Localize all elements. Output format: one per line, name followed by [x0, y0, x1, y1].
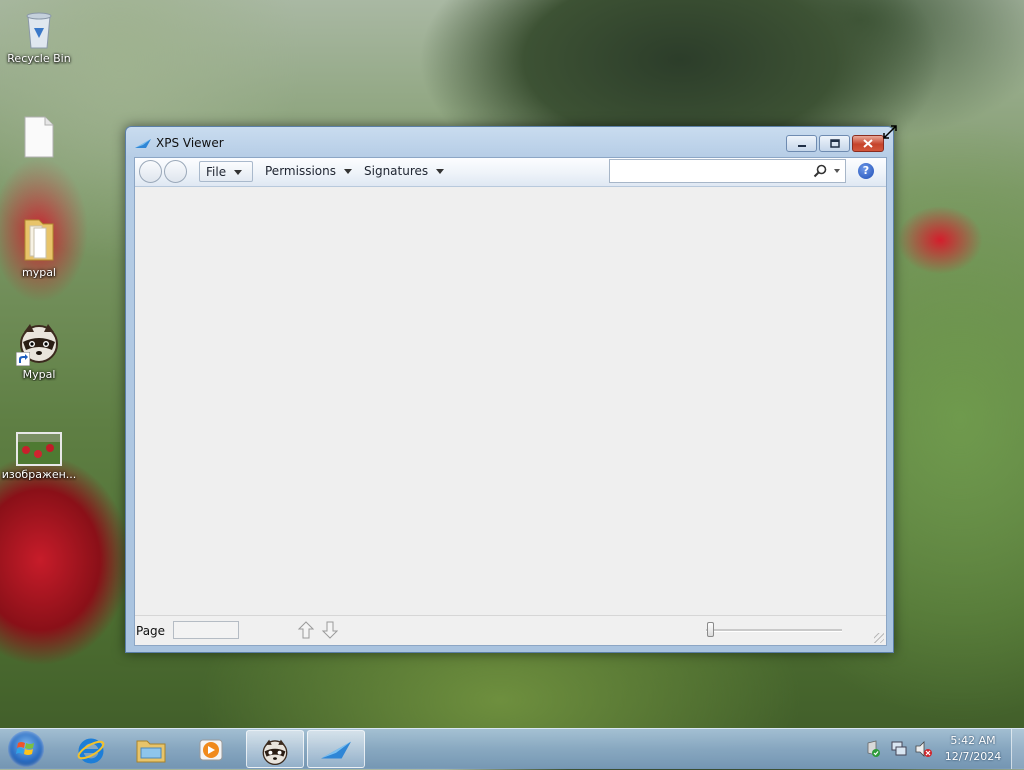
search-input[interactable]: [609, 159, 846, 183]
desktop-icon-file[interactable]: [1, 116, 77, 160]
desktop-icon-image[interactable]: изображен...: [1, 432, 77, 481]
desktop-icon-label: mypal: [21, 266, 56, 279]
show-desktop-button[interactable]: [1011, 729, 1024, 769]
previous-page-icon[interactable]: [297, 621, 315, 642]
taskbar-clock[interactable]: 5:42 AM 12/7/2024: [940, 733, 1006, 765]
close-icon: [853, 136, 883, 151]
signatures-menu-label: Signatures: [364, 164, 429, 178]
taskbar-xps-viewer[interactable]: [307, 730, 365, 768]
clock-time: 5:42 AM: [950, 734, 996, 747]
desktop-icon-label: изображен...: [1, 468, 77, 481]
window-title: XPS Viewer: [156, 136, 224, 150]
raccoon-icon: [16, 320, 62, 366]
system-tray: [866, 739, 936, 762]
maximize-icon: [820, 136, 849, 151]
signatures-menu-button[interactable]: Signatures: [358, 161, 450, 182]
next-page-icon[interactable]: [321, 621, 339, 642]
resize-grip[interactable]: [874, 633, 884, 643]
help-button[interactable]: ?: [858, 163, 874, 179]
folder-icon: [136, 740, 166, 763]
taskbar-internet-explorer[interactable]: [62, 730, 120, 768]
file-menu-label: File: [206, 165, 227, 179]
search-icon[interactable]: [813, 164, 827, 181]
network-icon[interactable]: [891, 741, 907, 756]
chevron-down-icon: [436, 169, 445, 174]
maximize-button[interactable]: [819, 135, 850, 152]
page-number-input[interactable]: [173, 621, 239, 639]
clock-date: 12/7/2024: [944, 750, 1002, 763]
window-titlebar[interactable]: XPS Viewer: [126, 127, 893, 155]
folder-icon: [21, 216, 57, 264]
shortcut-arrow-icon: [16, 352, 30, 366]
desktop-icon-mypal-shortcut[interactable]: Mypal: [1, 320, 77, 381]
statusbar: Page: [135, 615, 886, 645]
permissions-menu-label: Permissions: [265, 164, 336, 178]
permissions-menu-button[interactable]: Permissions: [259, 161, 358, 182]
internet-explorer-icon: [77, 738, 105, 764]
minimize-button[interactable]: [786, 135, 817, 152]
page-label: Page: [136, 624, 166, 638]
recycle-bin-icon: [22, 8, 56, 50]
windows-logo-icon: [16, 742, 34, 755]
volume-muted-icon[interactable]: [915, 741, 932, 757]
raccoon-icon: [262, 739, 288, 766]
action-center-icon[interactable]: [867, 740, 880, 757]
taskbar-windows-explorer[interactable]: [122, 730, 180, 768]
forward-button[interactable]: [164, 160, 187, 183]
chevron-down-icon: [234, 170, 243, 175]
xps-viewer-icon: [321, 741, 351, 759]
resize-cursor-icon: [882, 124, 898, 143]
start-button[interactable]: [8, 731, 44, 767]
zoom-slider-track[interactable]: [706, 629, 842, 632]
window-client-area: File Permissions Signatures ? Page: [134, 157, 887, 646]
media-player-icon: [199, 739, 223, 761]
help-icon: ?: [862, 164, 870, 177]
xps-viewer-window: XPS Viewer File Permissions Signatures ?…: [125, 126, 894, 653]
blank-document-icon: [23, 116, 55, 158]
desktop-icon-label: Recycle Bin: [7, 52, 71, 65]
file-menu-button[interactable]: File: [199, 161, 253, 182]
taskbar-mypal[interactable]: [246, 730, 304, 768]
desktop-icon-mypal-folder[interactable]: mypal: [1, 216, 77, 279]
search-dropdown-icon[interactable]: [834, 169, 840, 173]
xps-viewer-app-icon: [135, 138, 151, 152]
back-button[interactable]: [139, 160, 162, 183]
close-button[interactable]: [852, 135, 884, 152]
image-thumbnail-icon: [16, 432, 62, 466]
chevron-down-icon: [343, 169, 352, 174]
taskbar-media-player[interactable]: [182, 730, 240, 768]
desktop-icon-recycle-bin[interactable]: Recycle Bin: [1, 8, 77, 65]
taskbar: 5:42 AM 12/7/2024: [0, 728, 1024, 769]
minimize-icon: [787, 136, 816, 151]
zoom-slider-thumb[interactable]: [707, 622, 714, 637]
toolbar: File Permissions Signatures ?: [135, 158, 886, 187]
desktop-icon-label: Mypal: [22, 368, 56, 381]
document-view-area[interactable]: [135, 187, 886, 615]
